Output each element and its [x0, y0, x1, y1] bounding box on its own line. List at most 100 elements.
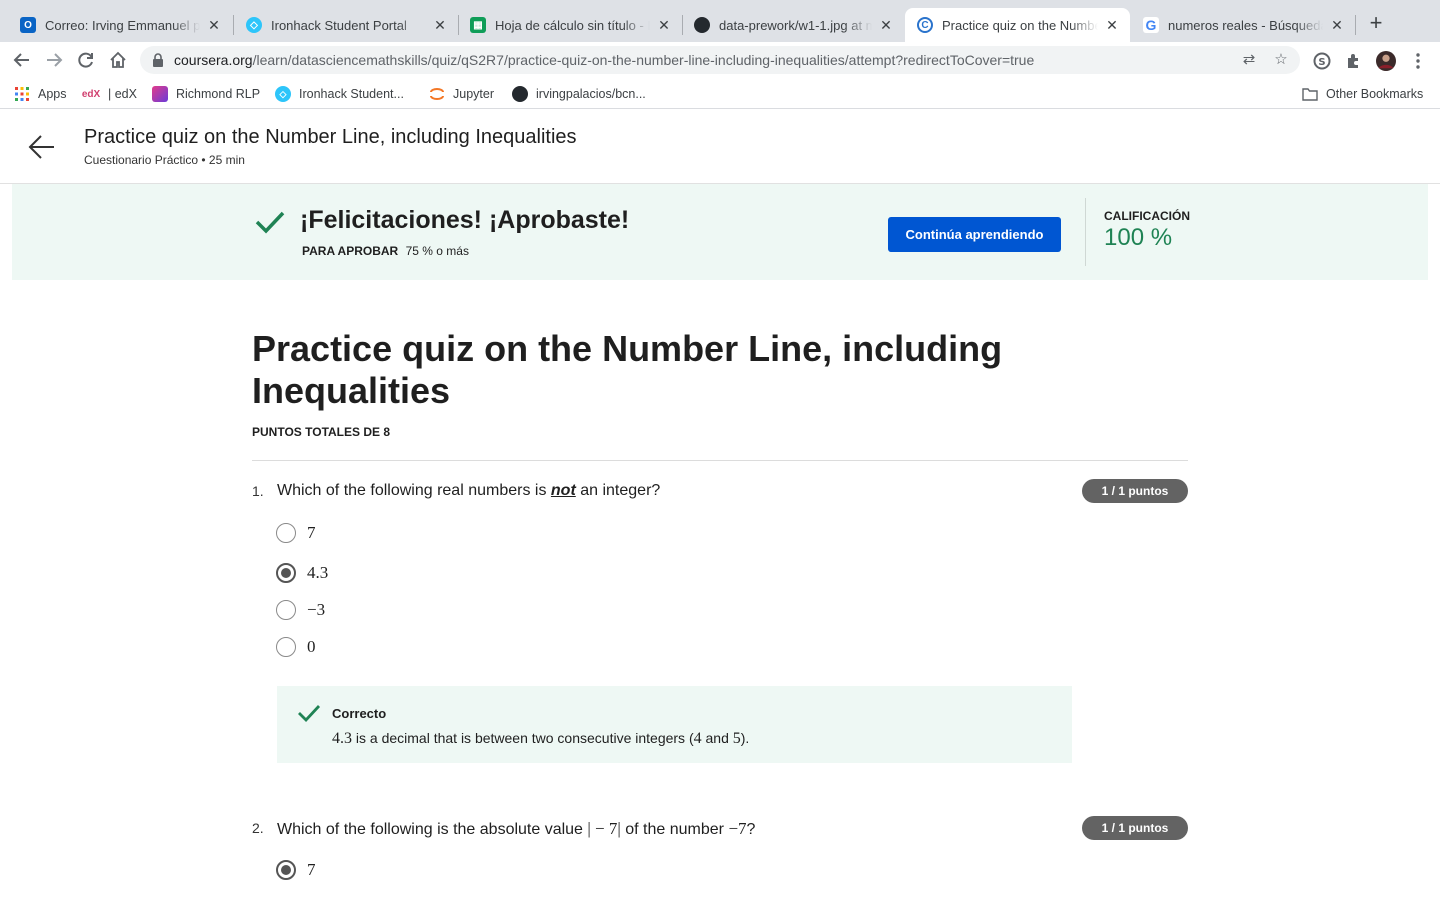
bookmark-label: | edX	[108, 87, 137, 101]
reload-button[interactable]	[74, 48, 98, 72]
banner-divider	[1085, 198, 1086, 266]
question-text-part: Which of the following real numbers is	[277, 482, 551, 499]
pass-value: 75 % o más	[405, 244, 469, 258]
option-label: 0	[307, 637, 316, 656]
outlook-icon: O	[20, 17, 36, 33]
result-banner: ¡Felicitaciones! ¡Aprobaste! PARA APROBA…	[12, 184, 1428, 280]
bookmark-apps[interactable]: Apps	[14, 85, 67, 103]
feedback-math: 4	[693, 730, 702, 747]
answer-option[interactable]: 0	[276, 636, 316, 658]
back-to-course-button[interactable]	[28, 134, 56, 160]
continue-learning-button[interactable]: Continúa aprendiendo	[888, 217, 1061, 252]
browser-tab-ironhack[interactable]: ◇ Ironhack Student Portal ✕	[234, 8, 458, 42]
bookmark-ironhack[interactable]: ◇ Ironhack Student...	[275, 85, 404, 103]
svg-text:S: S	[1318, 57, 1325, 68]
question-text-part: Which of the following is the absolute v…	[277, 821, 588, 838]
google-icon: G	[1143, 17, 1159, 33]
bookmark-edx[interactable]: edX | edX	[82, 85, 137, 103]
quiz-title: Practice quiz on the Number Line, includ…	[252, 328, 1003, 411]
question-math: | − 7|	[587, 819, 621, 838]
arrow-left-icon	[28, 135, 54, 159]
tab-title: Practice quiz on the Number	[942, 17, 1098, 33]
points-badge: 1 / 1 puntos	[1082, 816, 1188, 840]
answer-option[interactable]: 7	[276, 522, 316, 544]
feedback-text-part: ).	[740, 730, 750, 746]
browser-tab-google[interactable]: G numeros reales - Búsqueda ✕	[1131, 8, 1355, 42]
bookmark-richmond[interactable]: Richmond RLP	[152, 85, 260, 103]
profile-avatar[interactable]	[1376, 51, 1396, 71]
close-tab-icon[interactable]: ✕	[878, 17, 894, 33]
tab-title: Hoja de cálculo sin título - H	[495, 17, 650, 33]
bookmark-label: irvingpalacios/bcn...	[536, 87, 646, 101]
close-tab-icon[interactable]: ✕	[1104, 17, 1120, 33]
github-icon	[512, 86, 528, 102]
reload-icon	[78, 52, 93, 68]
grade-label: CALIFICACIÓN	[1104, 209, 1190, 223]
folder-icon	[1302, 86, 1318, 102]
browser-tab-coursera[interactable]: C Practice quiz on the Number ✕	[905, 8, 1130, 42]
bookmark-label: Jupyter	[453, 87, 494, 101]
total-points: PUNTOS TOTALES DE 8	[252, 425, 391, 439]
arrow-right-icon	[47, 53, 63, 67]
skype-extension-icon[interactable]: S	[1312, 51, 1332, 71]
browser-menu-icon[interactable]	[1408, 51, 1428, 71]
browser-tab-github[interactable]: data-prework/w1-1.jpg at ma ✕	[682, 8, 904, 42]
jupyter-icon	[429, 86, 445, 102]
new-tab-button[interactable]: +	[1364, 12, 1388, 36]
checkmark-icon	[298, 705, 321, 722]
answer-feedback: Correcto 4.3 is a decimal that is betwee…	[277, 686, 1072, 763]
tab-title: Ironhack Student Portal	[271, 17, 407, 33]
divider	[252, 460, 1188, 461]
pass-label: PARA APROBAR	[302, 244, 399, 258]
bookmark-jupyter[interactable]: Jupyter	[429, 85, 494, 103]
radio-button-selected[interactable]	[276, 860, 296, 880]
passing-requirement: PARA APROBAR 75 % o más	[302, 244, 469, 258]
ironhack-icon: ◇	[246, 17, 262, 33]
feedback-text-part: is a decimal that is between two consecu…	[352, 730, 694, 746]
arrow-left-icon	[13, 53, 29, 67]
option-label: −3	[307, 600, 326, 619]
extensions-puzzle-icon[interactable]	[1344, 51, 1364, 71]
home-button[interactable]	[106, 48, 130, 72]
radio-button[interactable]	[276, 523, 296, 543]
github-icon	[694, 17, 710, 33]
radio-button[interactable]	[276, 637, 296, 657]
back-button[interactable]	[10, 48, 34, 72]
option-label: 4.3	[307, 563, 329, 582]
bookmark-github[interactable]: irvingpalacios/bcn...	[512, 85, 646, 103]
browser-tab-sheets[interactable]: ▦ Hoja de cálculo sin título - H ✕	[458, 8, 682, 42]
address-bar[interactable]: coursera.org/learn/datasciencemathskills…	[140, 46, 1300, 74]
coursera-icon: C	[917, 17, 933, 33]
close-tab-icon[interactable]: ✕	[206, 17, 222, 33]
other-bookmarks[interactable]: Other Bookmarks	[1302, 85, 1423, 103]
browser-toolbar: coursera.org/learn/datasciencemathskills…	[0, 42, 1440, 79]
feedback-math: 4.3	[332, 730, 352, 747]
url-path: /learn/datasciencemathskills/quiz/qS2R7/…	[252, 52, 1035, 68]
bookmark-star-icon[interactable]: ☆	[1272, 51, 1290, 69]
sheets-icon: ▦	[470, 17, 486, 33]
answer-option-selected[interactable]: 4.3	[276, 562, 328, 584]
close-tab-icon[interactable]: ✕	[1329, 17, 1345, 33]
forward-button[interactable]	[42, 48, 66, 72]
radio-button[interactable]	[276, 600, 296, 620]
url-host: coursera.org	[174, 52, 253, 68]
feedback-text-part: and	[701, 730, 733, 746]
browser-tab-outlook[interactable]: O Correo: Irving Emmanuel pal ✕	[8, 8, 232, 42]
bookmark-label: Richmond RLP	[176, 87, 261, 101]
header-title: Practice quiz on the Number Line, includ…	[84, 126, 577, 148]
close-tab-icon[interactable]: ✕	[432, 17, 448, 33]
question-text-part: an integer?	[575, 482, 661, 499]
bookmark-label: Apps	[38, 87, 67, 101]
tab-title: Correo: Irving Emmanuel pal	[45, 17, 200, 33]
translate-icon[interactable]: ⇄	[1240, 51, 1258, 69]
feedback-text: 4.3 is a decimal that is between two con…	[332, 730, 749, 748]
feedback-title: Correcto	[332, 706, 387, 721]
answer-option-selected[interactable]: 7	[276, 859, 316, 881]
quiz-page-header: Practice quiz on the Number Line, includ…	[0, 110, 1440, 184]
answer-option[interactable]: −3	[276, 599, 325, 621]
radio-button-selected[interactable]	[276, 563, 296, 583]
option-label: 7	[307, 523, 316, 542]
grade-value: 100 %	[1104, 224, 1173, 251]
question-text-part: of the number	[620, 821, 729, 838]
close-tab-icon[interactable]: ✕	[656, 17, 672, 33]
